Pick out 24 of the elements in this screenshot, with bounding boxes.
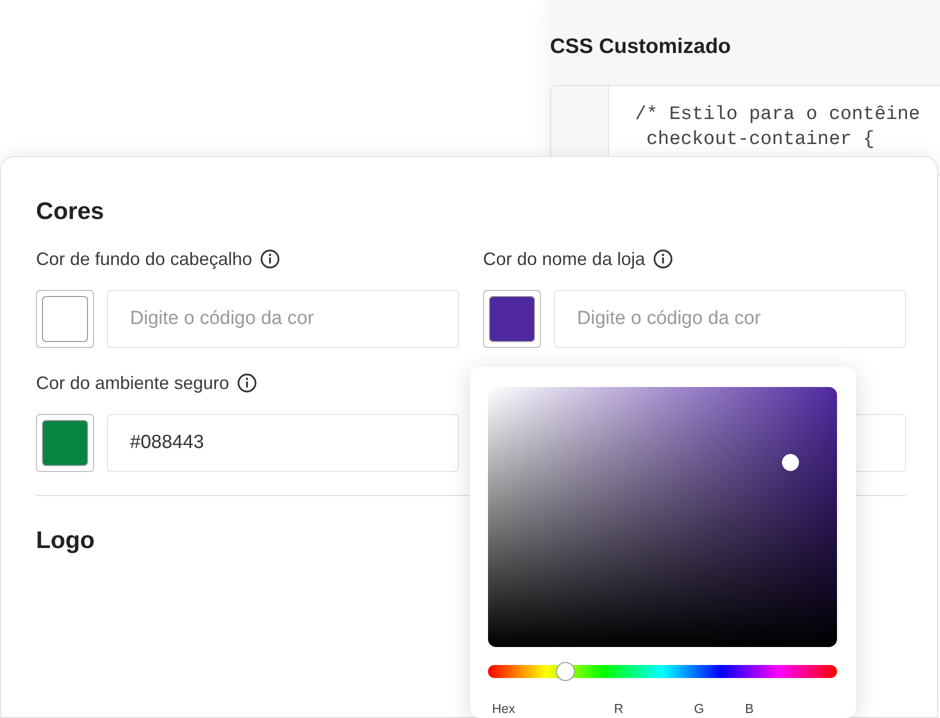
panel-title: CSS Customizado [550,34,731,60]
slider-thumb[interactable] [556,662,575,681]
code-line: /* Estilo para o contêine [635,102,920,127]
field-label: Cor do ambiente seguro [36,372,230,395]
field-label: Cor do nome da loja [483,248,646,271]
info-icon[interactable] [653,249,674,269]
info-icon[interactable] [260,249,280,269]
color-code-field[interactable]: Digite o código da cor [107,290,459,348]
channel-label: R [614,701,624,716]
color-swatch-button[interactable] [36,290,94,348]
channel-label: G [694,701,704,716]
section-title: Logo [36,526,96,556]
info-icon[interactable] [237,373,258,393]
color-swatch-button[interactable] [483,290,541,348]
saturation-field[interactable] [488,387,837,647]
color-code-field[interactable]: Digite o código da cor [554,290,906,348]
code-line: checkout-container { [645,127,876,152]
section-title: Cores [36,197,106,227]
channel-label: Hex [492,701,516,716]
channel-label: B [745,701,754,716]
field-label: Cor de fundo do cabeçalho [36,248,252,271]
hue-slider[interactable] [488,665,837,678]
color-swatch-button[interactable] [36,414,94,472]
color-code-field[interactable]: #088443 [107,414,459,472]
